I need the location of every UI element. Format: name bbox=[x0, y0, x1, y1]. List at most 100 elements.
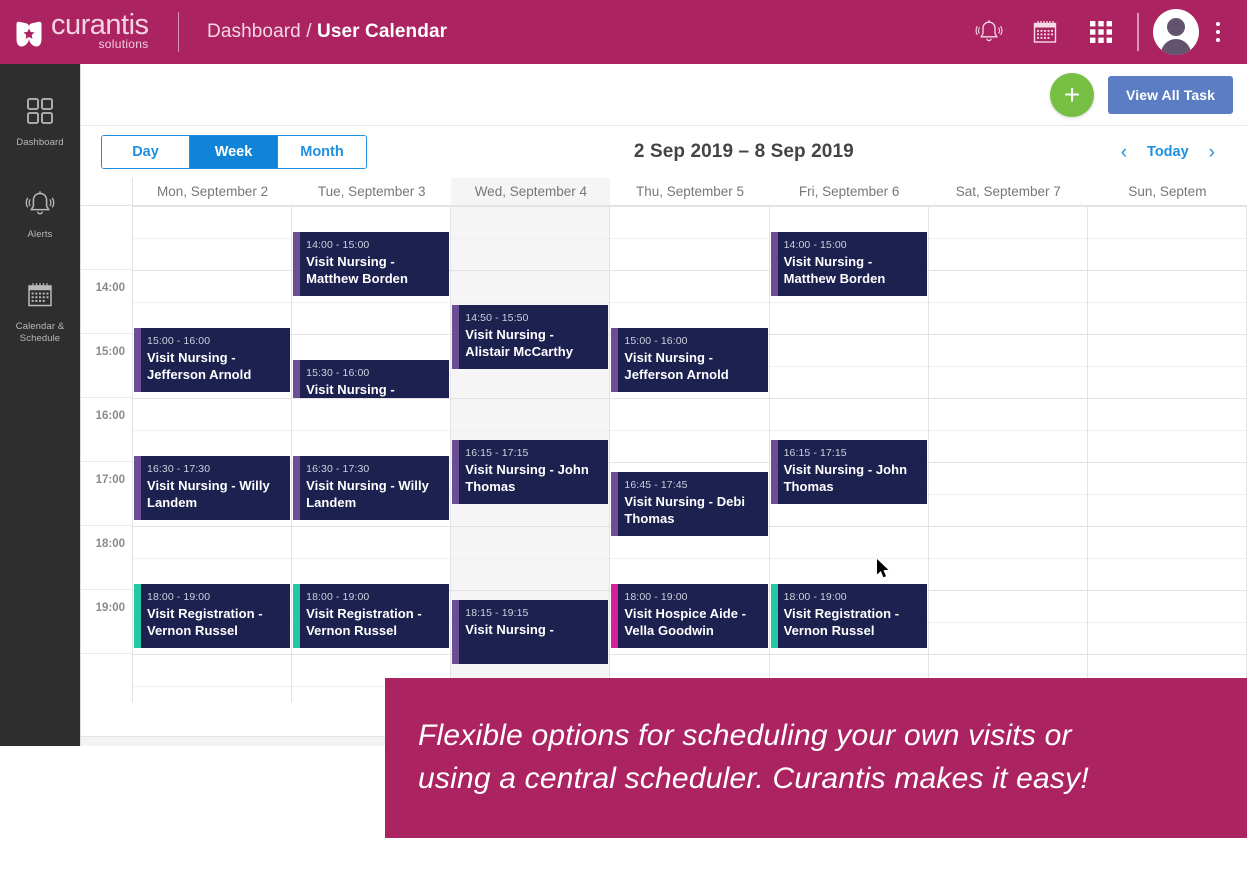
sidebar-item-dashboard[interactable]: Dashboard bbox=[0, 80, 80, 154]
calendar-grid-scroll[interactable]: 14:00 15:00 16:00 17:00 18:00 19:00 15:00 - 1… bbox=[81, 206, 1247, 702]
calendar-event[interactable]: 18:00 - 19:00 Visit Hospice Aide - Vella … bbox=[611, 584, 768, 648]
half-hour-gridline bbox=[928, 558, 1087, 559]
hour-gridline bbox=[928, 654, 1087, 655]
time-label: 14:00 bbox=[95, 282, 125, 294]
grid-apps-icon[interactable] bbox=[1073, 0, 1129, 64]
day-column-wed[interactable]: 14:50 - 15:50 Visit Nursing - Alistair Mc… bbox=[451, 206, 611, 702]
hour-gridline bbox=[451, 526, 610, 527]
half-hour-gridline bbox=[610, 558, 769, 559]
top-bar: curantis solutions Dashboard / User Cale… bbox=[0, 0, 1247, 64]
date-nav-group: ‹ Today › bbox=[1121, 143, 1233, 162]
kebab-menu-icon[interactable] bbox=[1205, 0, 1231, 64]
day-column-tue[interactable]: 14:00 - 15:00 Visit Nursing - Matthew Bor… bbox=[292, 206, 452, 702]
time-gutter-cell: 18:00 bbox=[81, 526, 132, 590]
today-button[interactable]: Today bbox=[1147, 144, 1189, 160]
view-month-button[interactable]: Month bbox=[278, 136, 366, 168]
event-time: 14:00 - 15:00 bbox=[306, 239, 370, 251]
event-title: Visit Hospice Aide - Vella Goodwin bbox=[624, 606, 747, 639]
half-hour-gridline bbox=[928, 366, 1087, 367]
brand-logo[interactable]: curantis solutions bbox=[0, 11, 162, 53]
hour-gridline bbox=[292, 526, 451, 527]
half-hour-gridline bbox=[1087, 494, 1246, 495]
event-time: 18:00 - 19:00 bbox=[783, 591, 847, 603]
view-week-button[interactable]: Week bbox=[190, 136, 278, 168]
hour-gridline bbox=[610, 654, 769, 655]
sidebar-item-calendar-schedule[interactable]: Calendar & Schedule bbox=[0, 264, 80, 349]
calendar-event[interactable]: 14:00 - 15:00 Visit Nursing - Matthew Bor… bbox=[293, 232, 450, 296]
event-title: Visit Nursing - bbox=[465, 622, 554, 638]
event-accent-bar bbox=[452, 305, 460, 369]
calendar-event[interactable]: 16:15 - 17:15 Visit Nursing - John Thomas bbox=[770, 440, 927, 504]
event-time: 16:45 - 17:45 bbox=[624, 479, 688, 491]
calendar-event[interactable]: 14:00 - 15:00 Visit Nursing - Matthew Bor… bbox=[770, 232, 927, 296]
day-column-sat[interactable] bbox=[928, 206, 1088, 702]
time-gutter-cell: 16:00 bbox=[81, 398, 132, 462]
day-header-wed: Wed, September 4 bbox=[451, 178, 611, 205]
view-day-button[interactable]: Day bbox=[102, 136, 190, 168]
date-range-title: 2 Sep 2019 – 8 Sep 2019 bbox=[633, 141, 854, 162]
calendar-event[interactable]: 15:30 - 16:00 Visit Nursing - bbox=[293, 360, 450, 398]
event-title: Visit Nursing - Matthew Borden bbox=[306, 254, 408, 287]
calendar-event[interactable]: 18:00 - 19:00 Visit Registration - Vernon… bbox=[770, 584, 927, 648]
hour-gridline bbox=[928, 206, 1087, 207]
event-title: Visit Nursing - Matthew Borden bbox=[783, 254, 886, 287]
hour-gridline bbox=[1087, 654, 1246, 655]
content-area: + View All Task Day Week Month 2 Sep 201… bbox=[80, 64, 1247, 746]
calendar-event[interactable]: 16:30 - 17:30 Visit Nursing - Willy Lande… bbox=[134, 456, 291, 520]
hour-gridline bbox=[1087, 334, 1246, 335]
promo-banner-line1: Flexible options for scheduling your own… bbox=[418, 719, 1072, 753]
calendar-event[interactable]: 15:00 - 16:00 Visit Nursing - Jefferson A… bbox=[611, 328, 768, 392]
half-hour-gridline bbox=[928, 238, 1087, 239]
event-title: Visit Nursing - bbox=[306, 382, 395, 398]
half-hour-gridline bbox=[769, 302, 928, 303]
calendar-event[interactable]: 18:00 - 19:00 Visit Registration - Vernon… bbox=[293, 584, 450, 648]
calendar-event[interactable]: 18:00 - 19:00 Visit Registration - Vernon… bbox=[134, 584, 291, 648]
hour-gridline bbox=[769, 334, 928, 335]
calendar-event[interactable]: 16:15 - 17:15 Visit Nursing - John Thomas bbox=[452, 440, 609, 504]
add-task-button[interactable]: + bbox=[1050, 72, 1095, 117]
prev-week-button[interactable]: ‹ bbox=[1121, 143, 1127, 162]
hour-gridline bbox=[292, 334, 451, 335]
sidebar-item-label: Alerts bbox=[27, 229, 53, 241]
half-hour-gridline bbox=[292, 558, 451, 559]
breadcrumb: Dashboard / User Calendar bbox=[207, 21, 447, 43]
breadcrumb-parent[interactable]: Dashboard bbox=[207, 21, 301, 42]
calendar-icon[interactable] bbox=[1017, 0, 1073, 64]
user-avatar[interactable] bbox=[1153, 9, 1199, 55]
time-gutter-cell: 19:00 bbox=[81, 590, 132, 654]
alerts-bell-icon[interactable] bbox=[961, 0, 1017, 64]
sidebar-item-alerts[interactable]: Alerts bbox=[0, 172, 80, 246]
calendar-event[interactable]: 16:30 - 17:30 Visit Nursing - Willy Lande… bbox=[293, 456, 450, 520]
calendar-event[interactable]: 18:15 - 19:15 Visit Nursing - bbox=[452, 600, 609, 664]
sidebar-item-label-line2: Schedule bbox=[19, 332, 61, 344]
half-hour-gridline bbox=[133, 686, 292, 687]
day-column-sun[interactable] bbox=[1087, 206, 1247, 702]
day-column-fri[interactable]: 14:00 - 15:00 Visit Nursing - Matthew Bor… bbox=[769, 206, 929, 702]
next-week-button[interactable]: › bbox=[1209, 143, 1215, 162]
calendar-icon bbox=[25, 276, 55, 314]
hour-gridline bbox=[928, 462, 1087, 463]
hour-gridline bbox=[928, 398, 1087, 399]
event-time: 15:30 - 16:00 bbox=[306, 367, 370, 379]
time-label: 19:00 bbox=[95, 602, 125, 614]
event-time: 15:00 - 16:00 bbox=[147, 335, 211, 347]
hour-gridline bbox=[451, 398, 610, 399]
event-accent-bar bbox=[770, 232, 778, 296]
dashboard-squares-icon bbox=[26, 92, 54, 130]
day-column-thu[interactable]: 15:00 - 16:00 Visit Nursing - Jefferson A… bbox=[610, 206, 770, 702]
calendar-event[interactable]: 16:45 - 17:45 Visit Nursing - Debi Thomas bbox=[611, 472, 768, 536]
day-header-row: Mon, September 2 Tue, September 3 Wed, S… bbox=[81, 178, 1247, 206]
event-title: Visit Registration - Vernon Russel bbox=[783, 606, 900, 639]
hour-gridline bbox=[451, 206, 610, 207]
event-accent-bar bbox=[293, 584, 301, 648]
hour-gridline bbox=[769, 654, 928, 655]
time-gutter: 14:00 15:00 16:00 17:00 18:00 19:00 bbox=[81, 206, 133, 702]
hour-gridline bbox=[928, 590, 1087, 591]
hour-gridline bbox=[292, 206, 451, 207]
half-hour-gridline bbox=[1087, 238, 1246, 239]
day-column-mon[interactable]: 15:00 - 16:00 Visit Nursing - Jefferson A… bbox=[133, 206, 293, 702]
view-all-task-button[interactable]: View All Task bbox=[1108, 75, 1233, 114]
calendar-event[interactable]: 15:00 - 16:00 Visit Nursing - Jefferson A… bbox=[134, 328, 291, 392]
event-accent-bar bbox=[611, 472, 619, 536]
calendar-event[interactable]: 14:50 - 15:50 Visit Nursing - Alistair Mc… bbox=[452, 305, 609, 369]
